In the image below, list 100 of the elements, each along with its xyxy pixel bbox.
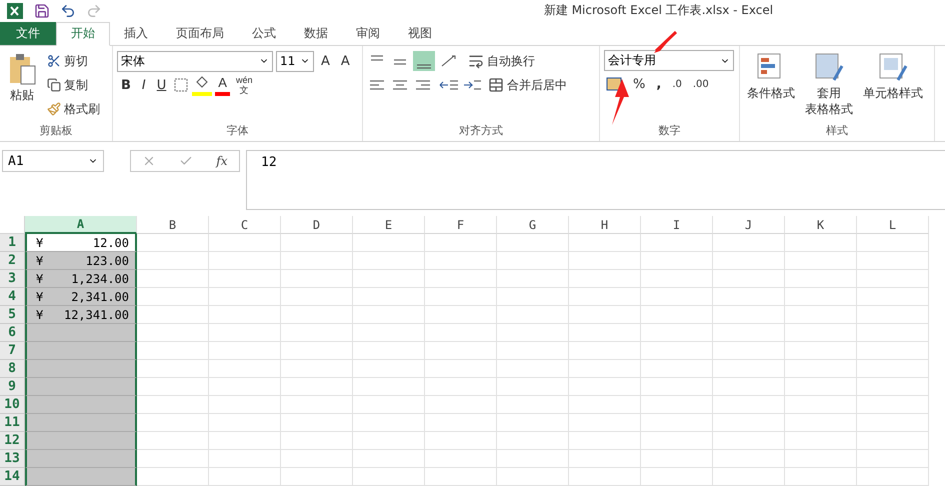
row-header[interactable]: 12 bbox=[0, 432, 25, 450]
column-header[interactable]: K bbox=[785, 216, 857, 234]
row-header[interactable]: 7 bbox=[0, 342, 25, 360]
formula-field[interactable]: 12 bbox=[246, 150, 945, 210]
currency-symbol: ¥ bbox=[36, 236, 44, 250]
row-header[interactable]: 8 bbox=[0, 360, 25, 378]
file-menu-tab[interactable]: 文件 bbox=[0, 22, 56, 46]
row-header[interactable]: 1 bbox=[0, 234, 25, 252]
wrap-text-button[interactable]: 自动换行 bbox=[465, 50, 538, 72]
table-cell bbox=[497, 396, 569, 414]
table-cell bbox=[641, 306, 713, 324]
table-cell bbox=[785, 468, 857, 486]
format-painter-button[interactable]: 格式刷 bbox=[44, 98, 103, 120]
ribbon-tab[interactable]: 开始 bbox=[56, 22, 110, 46]
table-cell bbox=[713, 324, 785, 342]
column-header[interactable]: H bbox=[569, 216, 641, 234]
currency-symbol: ¥ bbox=[36, 290, 44, 304]
table-cell bbox=[209, 468, 281, 486]
undo-icon[interactable] bbox=[60, 2, 76, 19]
phonetic-button[interactable]: wén 文 bbox=[232, 75, 256, 96]
ribbon-tab[interactable]: 视图 bbox=[394, 22, 446, 46]
table-cell bbox=[209, 306, 281, 324]
ribbon-tab[interactable]: 审阅 bbox=[342, 22, 394, 46]
window-title: 新建 Microsoft Excel 工作表.xlsx - Excel bbox=[542, 2, 774, 20]
paste-button[interactable]: 粘贴 bbox=[4, 50, 40, 124]
table-cell bbox=[281, 396, 353, 414]
currency-symbol: ¥ bbox=[36, 254, 44, 268]
row-header[interactable]: 11 bbox=[0, 414, 25, 432]
table-cell bbox=[497, 342, 569, 360]
ribbon-tab[interactable]: 页面布局 bbox=[162, 22, 238, 46]
name-box[interactable]: A1 bbox=[2, 150, 104, 172]
table-cell bbox=[425, 414, 497, 432]
table-cell bbox=[569, 378, 641, 396]
ribbon-tab[interactable]: 插入 bbox=[110, 22, 162, 46]
align-bottom-icon[interactable] bbox=[413, 51, 435, 72]
table-cell bbox=[209, 324, 281, 342]
increase-decimal-button[interactable]: .0 bbox=[668, 73, 686, 96]
column-header[interactable]: J bbox=[713, 216, 785, 234]
column-header[interactable]: D bbox=[281, 216, 353, 234]
table-cell bbox=[209, 342, 281, 360]
ribbon-tab[interactable]: 数据 bbox=[290, 22, 342, 46]
column-header[interactable]: I bbox=[641, 216, 713, 234]
table-cell bbox=[281, 270, 353, 288]
percent-button[interactable]: % bbox=[629, 73, 650, 96]
row-header[interactable]: 5 bbox=[0, 306, 25, 324]
row-header[interactable]: 4 bbox=[0, 288, 25, 306]
table-cell bbox=[857, 342, 929, 360]
font-size-dropdown[interactable]: 11 bbox=[276, 50, 314, 72]
column-header[interactable]: F bbox=[425, 216, 497, 234]
cell-amount: 1,234.00 bbox=[71, 272, 129, 286]
column-header[interactable]: B bbox=[137, 216, 209, 234]
format-as-table-button[interactable]: 套用 表格格式 bbox=[802, 50, 856, 124]
cell-styles-button[interactable]: 单元格样式 bbox=[860, 50, 926, 124]
row-header[interactable]: 10 bbox=[0, 396, 25, 414]
table-cell bbox=[137, 288, 209, 306]
grow-font-button[interactable]: A bbox=[317, 50, 334, 72]
row-header[interactable]: 9 bbox=[0, 378, 25, 396]
save-icon[interactable] bbox=[34, 2, 50, 19]
table-cell bbox=[857, 396, 929, 414]
column-header[interactable]: E bbox=[353, 216, 425, 234]
decrease-decimal-button[interactable]: .00 bbox=[688, 73, 713, 96]
font-color-button[interactable]: A bbox=[215, 74, 230, 96]
table-cell bbox=[497, 306, 569, 324]
table-cell bbox=[713, 234, 785, 252]
table-cell bbox=[353, 270, 425, 288]
copy-button[interactable]: 复制 bbox=[44, 74, 103, 96]
font-name-dropdown[interactable]: 宋体 bbox=[117, 50, 273, 72]
merge-center-button[interactable]: 合并后居中 bbox=[485, 74, 570, 96]
table-cell bbox=[641, 324, 713, 342]
table-cell bbox=[497, 414, 569, 432]
table-cell bbox=[857, 468, 929, 486]
cut-button[interactable]: 剪切 bbox=[44, 50, 103, 72]
row-header[interactable]: 6 bbox=[0, 324, 25, 342]
column-header[interactable]: G bbox=[497, 216, 569, 234]
table-cell bbox=[713, 306, 785, 324]
insert-function-button[interactable]: fx bbox=[216, 154, 228, 168]
row-header[interactable]: 14 bbox=[0, 468, 25, 486]
column-header[interactable]: L bbox=[857, 216, 929, 234]
italic-button[interactable]: I bbox=[138, 74, 150, 96]
table-cell bbox=[785, 270, 857, 288]
table-cell bbox=[209, 432, 281, 450]
row-header[interactable]: 2 bbox=[0, 252, 25, 270]
table-cell bbox=[353, 252, 425, 270]
table-cell bbox=[425, 468, 497, 486]
fill-color-button[interactable] bbox=[192, 74, 212, 96]
underline-button[interactable]: U bbox=[152, 74, 170, 96]
comma-button[interactable]: , bbox=[652, 73, 666, 96]
bold-button[interactable]: B bbox=[117, 74, 135, 96]
column-header[interactable]: A bbox=[25, 216, 137, 234]
table-cell bbox=[713, 432, 785, 450]
column-header[interactable]: C bbox=[209, 216, 281, 234]
number-format-dropdown[interactable]: 会计专用 bbox=[604, 50, 734, 72]
row-header[interactable]: 13 bbox=[0, 450, 25, 468]
row-header[interactable]: 3 bbox=[0, 270, 25, 288]
table-cell bbox=[713, 414, 785, 432]
table-cell bbox=[857, 450, 929, 468]
conditional-format-button[interactable]: 条件格式 bbox=[744, 50, 798, 124]
shrink-font-button[interactable]: A bbox=[336, 50, 354, 72]
table-cell bbox=[425, 342, 497, 360]
ribbon-tab[interactable]: 公式 bbox=[238, 22, 290, 46]
